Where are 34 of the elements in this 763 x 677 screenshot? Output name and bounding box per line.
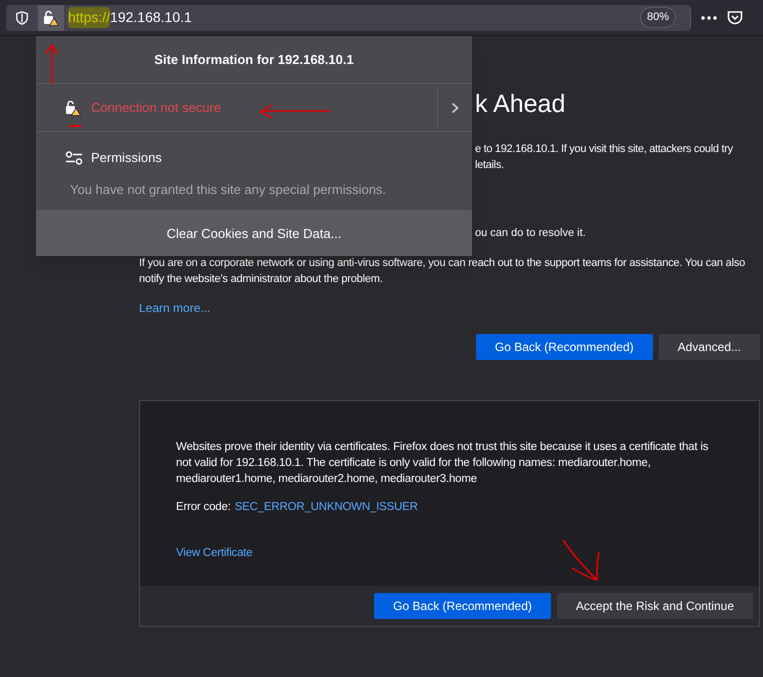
clear-cookies-button[interactable]: Clear Cookies and Site Data... bbox=[36, 211, 472, 256]
learn-more-link[interactable]: Learn more... bbox=[139, 299, 210, 317]
permissions-title: Permissions bbox=[91, 149, 162, 167]
site-info-button[interactable] bbox=[38, 4, 64, 30]
permissions-note: You have not granted this site any special permissions. bbox=[70, 180, 388, 199]
secondary-button[interactable]: Advanced... bbox=[658, 334, 760, 360]
certificate-description: Websites prove their identity via certificates. Firefox does not trust this site because it uses a certificate that is not valid for 192.168.10.1. The certificate is only valid for the following names: mediarouter.home, mediarouter1.home, mediarouter2.home, mediarouter3.home bbox=[176, 440, 710, 487]
secondary-button[interactable]: Accept the Risk and Continue bbox=[556, 593, 753, 619]
popup-title: Site Information for 192.168.10.1 bbox=[36, 36, 472, 84]
url-scheme: https:// bbox=[68, 7, 110, 28]
annotation-underline bbox=[68, 124, 82, 128]
permissions-icon bbox=[65, 150, 83, 165]
error-code-label: Error code: bbox=[176, 500, 231, 515]
page-heading: k Ahead bbox=[475, 89, 566, 120]
annotation-arrow bbox=[560, 538, 602, 584]
chevron-right-icon[interactable] bbox=[451, 102, 459, 114]
shield-icon[interactable] bbox=[15, 10, 29, 24]
connection-status: Connection not secure bbox=[91, 98, 222, 117]
resolve-text: ou can do to resolve it. bbox=[475, 226, 587, 241]
insecure-lock-icon bbox=[43, 10, 59, 26]
primary-button[interactable]: Go Back (Recommended) bbox=[476, 334, 653, 360]
more-icon[interactable] bbox=[701, 16, 717, 20]
error-code-link[interactable]: SEC_ERROR_UNKNOWN_ISSUER bbox=[234, 499, 418, 515]
pocket-icon[interactable] bbox=[727, 10, 743, 26]
support-paragraph: If you are on a corporate network or using anti-virus software, you can reach out to the support teams for assistance. You can also notify the website’s administrator about the problem. bbox=[139, 256, 746, 287]
intro-text: e to 192.168.10.1. If you visit this site, attackers could try bbox=[475, 142, 734, 157]
annotation-arrow bbox=[44, 42, 60, 86]
url-bar[interactable]: https://192.168.10.1 80% bbox=[6, 4, 691, 30]
view-certificate-link[interactable]: View Certificate bbox=[176, 545, 252, 561]
zoom-level[interactable]: 80% bbox=[640, 7, 676, 28]
insecure-lock-icon bbox=[65, 100, 81, 116]
primary-button[interactable]: Go Back (Recommended) bbox=[374, 593, 551, 619]
url-host: 192.168.10.1 bbox=[110, 8, 192, 27]
intro-text: letails. bbox=[475, 158, 505, 173]
